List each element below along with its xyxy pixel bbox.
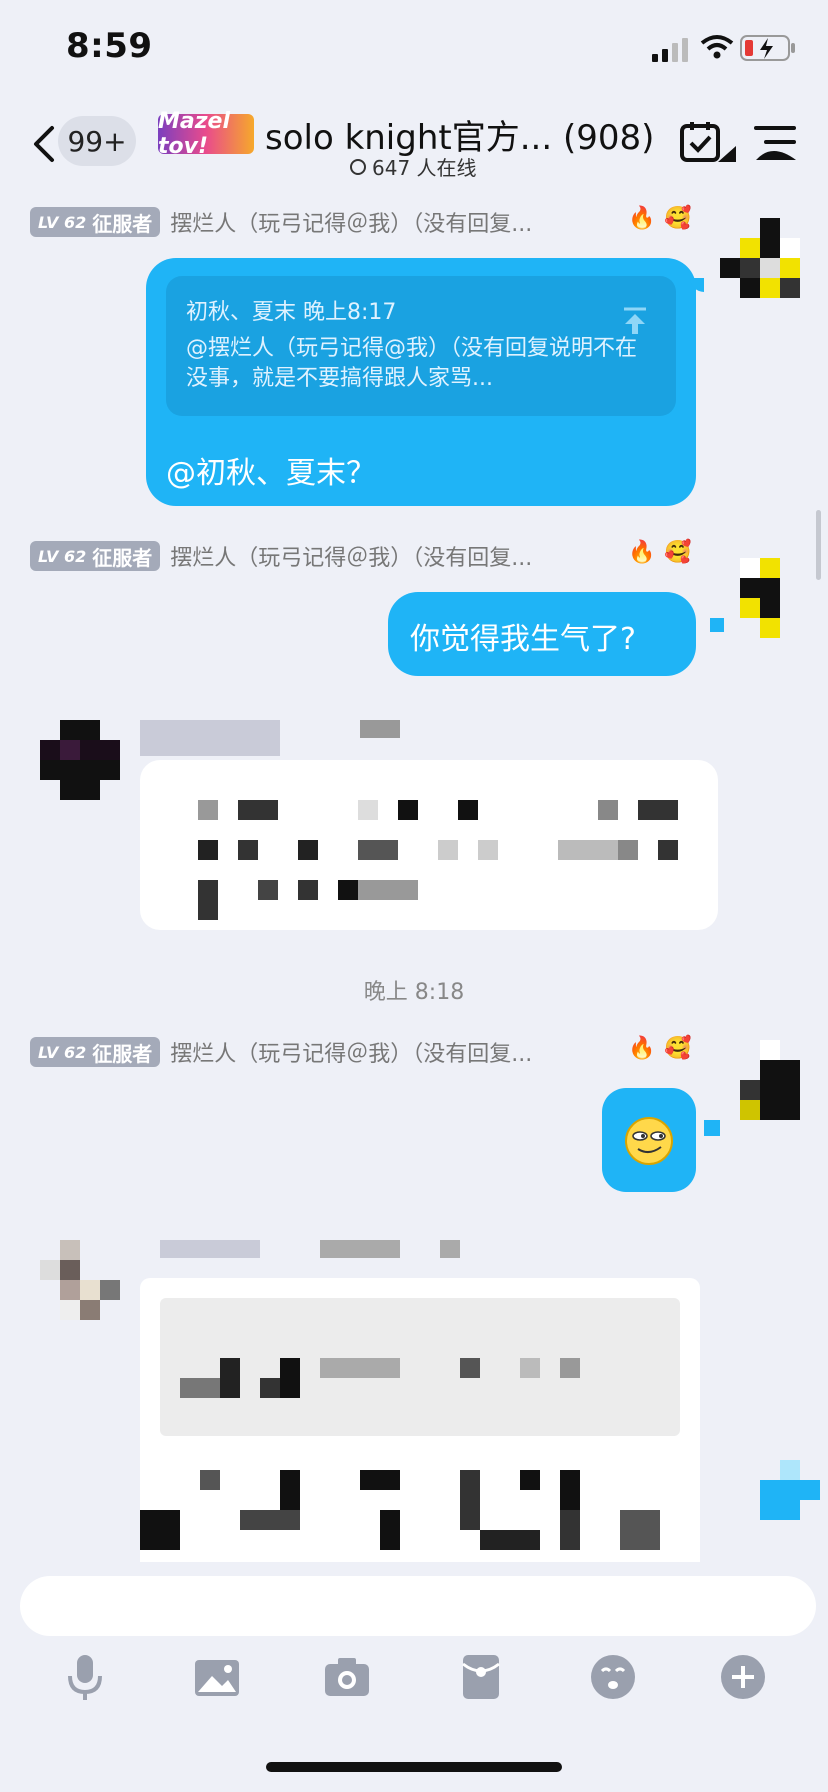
- home-indicator[interactable]: [266, 1762, 562, 1772]
- message-input[interactable]: [20, 1576, 816, 1636]
- wifi-icon: [700, 35, 734, 59]
- plus-circle-icon[interactable]: [718, 1652, 768, 1702]
- emoji-icon[interactable]: [588, 1652, 638, 1702]
- microphone-icon[interactable]: [60, 1652, 110, 1702]
- avatar[interactable]: [720, 218, 800, 298]
- calendar-check-icon[interactable]: [680, 120, 738, 164]
- bubble-tail: [760, 1460, 820, 1520]
- camera-icon[interactable]: [322, 1652, 372, 1702]
- outgoing-message-bubble[interactable]: 你觉得我生气了?: [388, 592, 696, 676]
- chevron-down-circle-icon: [350, 158, 366, 175]
- chat-header: 99+ Mazel tov! solo knight官方... (908) 64…: [0, 100, 828, 190]
- chevron-left-icon[interactable]: [28, 122, 62, 166]
- fire-icon: 🔥: [628, 540, 656, 565]
- avatar[interactable]: [740, 1040, 800, 1120]
- quoted-message: [160, 1298, 680, 1436]
- sender-row: LV 62 征服者 摆烂人（玩弓记得＠我）（没有回复...: [30, 1036, 532, 1068]
- level-badge: LV 62 征服者: [30, 1037, 161, 1067]
- sender-row: LV 62 征服者 摆烂人（玩弓记得＠我）（没有回复...: [30, 206, 532, 238]
- redacted-name: [440, 1240, 460, 1258]
- bubble-tail: [690, 278, 704, 292]
- menu-icon[interactable]: [752, 122, 798, 162]
- message-text: 你觉得我生气了?: [410, 622, 636, 657]
- redacted-name: [360, 720, 400, 738]
- sender-name[interactable]: 摆烂人（玩弓记得＠我）（没有回复...: [170, 206, 532, 238]
- status-bar: 8:59: [0, 0, 828, 100]
- bubble-tail: [704, 1120, 720, 1136]
- avatar[interactable]: [40, 720, 120, 800]
- image-icon[interactable]: [192, 1652, 242, 1702]
- incoming-message-card[interactable]: [140, 760, 718, 930]
- quoted-message[interactable]: 初秋、夏末 晚上8:17 @摆烂人（玩弓记得@我）（没有回复说明不在 没事，就是…: [166, 276, 676, 416]
- unread-badge[interactable]: 99+: [58, 116, 136, 166]
- outgoing-message-bubble[interactable]: 初秋、夏末 晚上8:17 @摆烂人（玩弓记得@我）（没有回复说明不在 没事，就是…: [146, 258, 704, 506]
- incoming-message-card[interactable]: [140, 1278, 700, 1562]
- emoji-badge-icon: 🥰: [664, 540, 692, 565]
- bubble-tail: [710, 618, 724, 632]
- status-time: 8:59: [66, 26, 153, 66]
- sender-name[interactable]: 摆烂人（玩弓记得＠我）（没有回复...: [170, 540, 532, 572]
- red-packet-icon[interactable]: [456, 1652, 506, 1702]
- quote-text: @摆烂人（玩弓记得@我）（没有回复说明不在 没事，就是不要搞得跟人家骂...: [186, 336, 638, 391]
- redacted-name: [160, 1240, 260, 1258]
- emoji-badge-icon: 🥰: [664, 1036, 692, 1061]
- redacted-name: [320, 1240, 400, 1258]
- avatar[interactable]: [720, 558, 800, 638]
- emoji-badge-icon: 🥰: [664, 206, 692, 231]
- outgoing-sticker-bubble[interactable]: [602, 1088, 696, 1192]
- smirk-emoji-icon: [625, 1117, 673, 1165]
- time-separator: 晚上 8:18: [363, 980, 465, 1005]
- redacted-name: [140, 720, 280, 756]
- message-text: @初秋、夏末？: [166, 456, 376, 491]
- battery-icon: [740, 35, 795, 61]
- group-logo[interactable]: Mazel tov!: [158, 109, 254, 159]
- scrollbar[interactable]: [816, 510, 821, 580]
- fire-icon: 🔥: [628, 206, 656, 231]
- signal-icon: [652, 38, 688, 62]
- level-badge: LV 62 征服者: [30, 207, 161, 237]
- sender-name[interactable]: 摆烂人（玩弓记得＠我）（没有回复...: [170, 1036, 532, 1068]
- avatar[interactable]: [40, 1240, 120, 1320]
- input-toolbar: [0, 1652, 828, 1732]
- fire-icon: 🔥: [628, 1036, 656, 1061]
- jump-to-quote-icon[interactable]: [622, 306, 648, 336]
- quote-meta: 初秋、夏末 晚上8:17: [186, 300, 397, 325]
- level-badge: LV 62 征服者: [30, 541, 161, 571]
- online-status[interactable]: 647 人在线: [350, 152, 477, 181]
- sender-row: LV 62 征服者 摆烂人（玩弓记得＠我）（没有回复...: [30, 540, 532, 572]
- online-count: 647 人在线: [372, 156, 477, 180]
